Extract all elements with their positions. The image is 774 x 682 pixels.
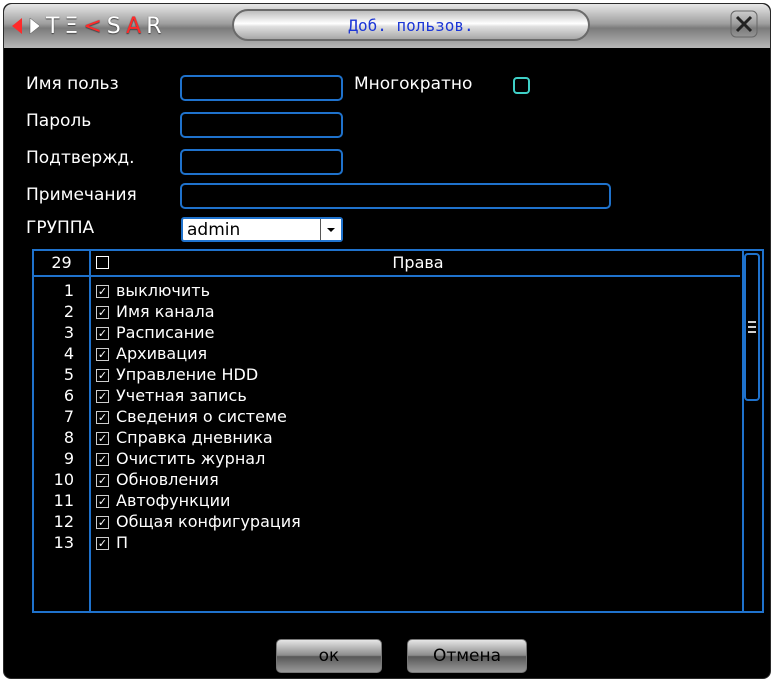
scroll-grip-line — [748, 321, 756, 323]
checkbox-icon[interactable]: ✓ — [96, 390, 109, 403]
rights-list-header: 29 Права — [34, 251, 740, 277]
right-label: Имя канала — [116, 302, 215, 321]
group-dropdown-button[interactable] — [320, 219, 341, 240]
right-label: Сведения о системе — [116, 407, 287, 426]
confirm-label: Подтвержд. — [26, 148, 135, 168]
username-label: Имя польз — [26, 74, 119, 94]
password-label: Пароль — [26, 111, 92, 131]
scroll-grip-line — [748, 326, 756, 328]
reusable-checkbox[interactable] — [513, 77, 530, 94]
right-number: 9 — [63, 449, 74, 468]
checkbox-icon[interactable]: ✓ — [96, 285, 109, 298]
add-user-dialog: TΞ<SAR Доб. пользов. Имя польз Многократ… — [3, 3, 771, 679]
list-item[interactable]: 5 ✓ Управление HDD — [34, 365, 740, 386]
notes-label: Примечания — [26, 185, 137, 205]
close-icon[interactable] — [730, 10, 758, 38]
right-number: 1 — [63, 281, 74, 300]
rights-list[interactable]: 29 Права 1 ✓ выключить 2 ✓ Имя канала 3 ✓ Распис… — [32, 249, 764, 613]
right-number: 13 — [53, 533, 74, 552]
rights-list-content: 29 Права 1 ✓ выключить 2 ✓ Имя канала 3 ✓ Распис… — [34, 251, 740, 611]
list-item[interactable]: 9 ✓ Очистить журнал — [34, 449, 740, 470]
list-item[interactable]: 12 ✓ Общая конфигурация — [34, 512, 740, 533]
checkbox-icon[interactable]: ✓ — [96, 306, 109, 319]
brand-logo: TΞ<SAR — [12, 12, 167, 40]
checkbox-icon[interactable]: ✓ — [96, 411, 109, 424]
rights-scrollbar[interactable] — [742, 251, 762, 611]
right-label: П — [116, 533, 129, 552]
list-item[interactable]: 11 ✓ Автофункции — [34, 491, 740, 512]
notes-field[interactable] — [180, 183, 611, 209]
checkbox-icon[interactable]: ✓ — [96, 474, 109, 487]
rights-count: 29 — [51, 253, 72, 272]
list-item[interactable]: 3 ✓ Расписание — [34, 323, 740, 344]
right-number: 3 — [63, 323, 74, 342]
right-number: 6 — [63, 386, 74, 405]
list-item[interactable]: 8 ✓ Справка дневника — [34, 428, 740, 449]
password-field[interactable] — [180, 112, 343, 138]
right-label: Учетная запись — [116, 386, 247, 405]
right-number: 12 — [53, 512, 74, 531]
group-select[interactable]: admin — [181, 217, 343, 242]
checkbox-icon[interactable]: ✓ — [96, 369, 109, 382]
cancel-button[interactable]: Отмена — [407, 639, 527, 673]
right-number: 7 — [63, 407, 74, 426]
scroll-grip-line — [748, 331, 756, 333]
checkbox-icon[interactable]: ✓ — [96, 348, 109, 361]
group-label: ГРУППА — [26, 218, 95, 238]
confirm-password-field[interactable] — [180, 149, 343, 175]
list-item[interactable]: 6 ✓ Учетная запись — [34, 386, 740, 407]
list-item[interactable]: 1 ✓ выключить — [34, 281, 740, 302]
checkbox-icon[interactable]: ✓ — [96, 495, 109, 508]
list-item[interactable]: 13 ✓ П — [34, 533, 740, 554]
rights-header-title: Права — [392, 253, 444, 272]
right-number: 5 — [63, 365, 74, 384]
title-pill: Доб. пользов. — [232, 9, 590, 41]
right-label: Очистить журнал — [116, 449, 266, 468]
dialog-title: Доб. пользов. — [348, 15, 474, 35]
right-label: Справка дневника — [116, 428, 273, 447]
checkbox-icon[interactable]: ✓ — [96, 453, 109, 466]
title-bar: TΞ<SAR Доб. пользов. — [4, 4, 770, 48]
logo-text: TΞ<SAR — [46, 13, 167, 39]
checkbox-icon[interactable]: ✓ — [96, 327, 109, 340]
checkbox-icon[interactable]: ✓ — [96, 432, 109, 445]
group-select-value: admin — [187, 220, 241, 240]
right-label: Управление HDD — [116, 365, 259, 384]
right-number: 2 — [63, 302, 74, 321]
list-item[interactable]: 2 ✓ Имя канала — [34, 302, 740, 323]
list-item[interactable]: 10 ✓ Обновления — [34, 470, 740, 491]
right-label: Автофункции — [116, 491, 231, 510]
right-label: выключить — [116, 281, 211, 300]
right-number: 11 — [53, 491, 74, 510]
right-label: Обновления — [116, 470, 219, 489]
chevron-down-icon — [327, 227, 335, 232]
logo-arrows-icon — [12, 17, 40, 35]
right-number: 10 — [53, 470, 74, 489]
ok-button[interactable]: ок — [276, 639, 382, 673]
reusable-label: Многократно — [354, 74, 473, 94]
right-number: 8 — [63, 428, 74, 447]
username-field[interactable] — [180, 75, 343, 101]
right-label: Общая конфигурация — [116, 512, 301, 531]
checkbox-icon[interactable]: ✓ — [96, 516, 109, 529]
list-item[interactable]: 4 ✓ Архивация — [34, 344, 740, 365]
right-number: 4 — [63, 344, 74, 363]
scroll-thumb[interactable] — [744, 253, 760, 401]
list-item[interactable]: 7 ✓ Сведения о системе — [34, 407, 740, 428]
right-label: Архивация — [116, 344, 208, 363]
checkbox-icon[interactable]: ✓ — [96, 537, 109, 550]
right-label: Расписание — [116, 323, 215, 342]
